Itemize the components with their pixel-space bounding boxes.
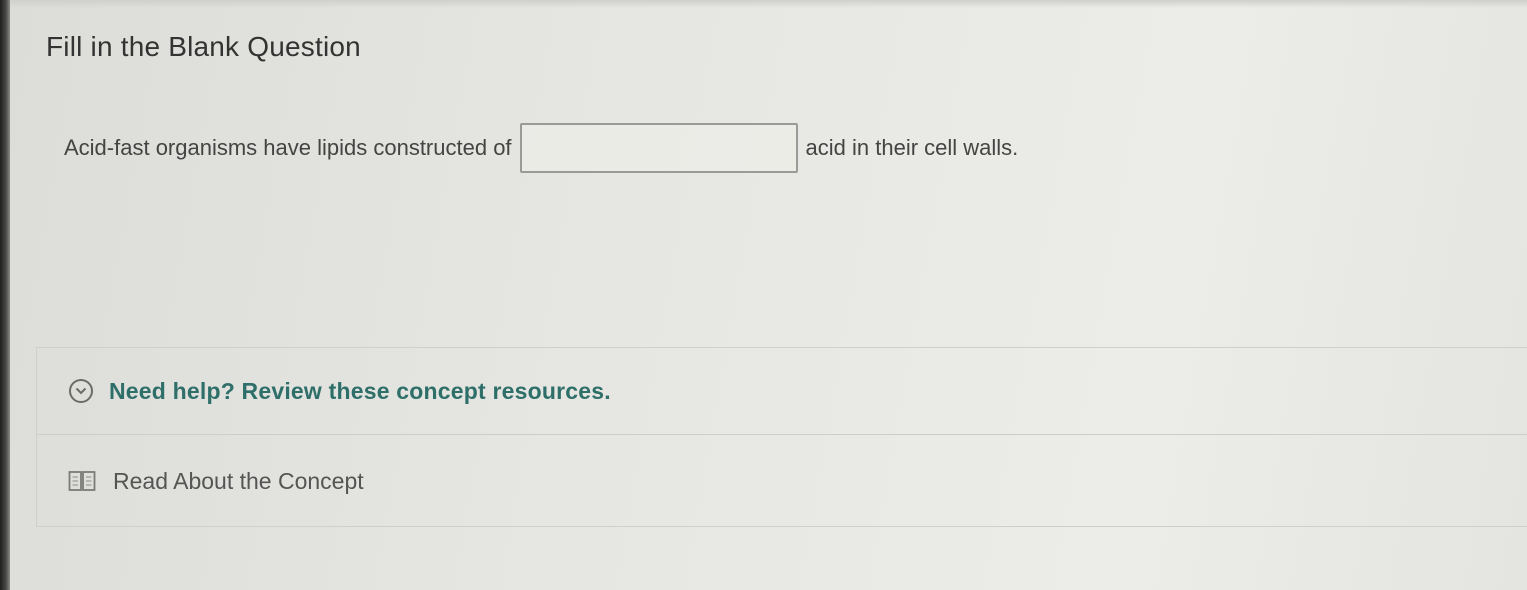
question-text-after: acid in their cell walls. [805,135,1019,160]
page-title: Fill in the Blank Question [46,31,361,62]
screen-bezel [0,0,10,590]
chevron-down-icon [69,379,93,403]
help-toggle[interactable]: Need help? Review these concept resource… [37,348,1527,435]
help-panel: Need help? Review these concept resource… [36,347,1527,527]
question-row: Acid-fast organisms have lipids construc… [64,120,1018,176]
screen-top-edge [10,0,1527,8]
resource-label: Read About the Concept [113,467,364,494]
question-text-before: Acid-fast organisms have lipids construc… [64,135,512,160]
read-concept-link[interactable]: Read About the Concept [37,434,1527,528]
help-toggle-label: Need help? Review these concept resource… [109,377,611,404]
book-icon [67,469,97,493]
blank-answer-input[interactable] [519,123,798,173]
